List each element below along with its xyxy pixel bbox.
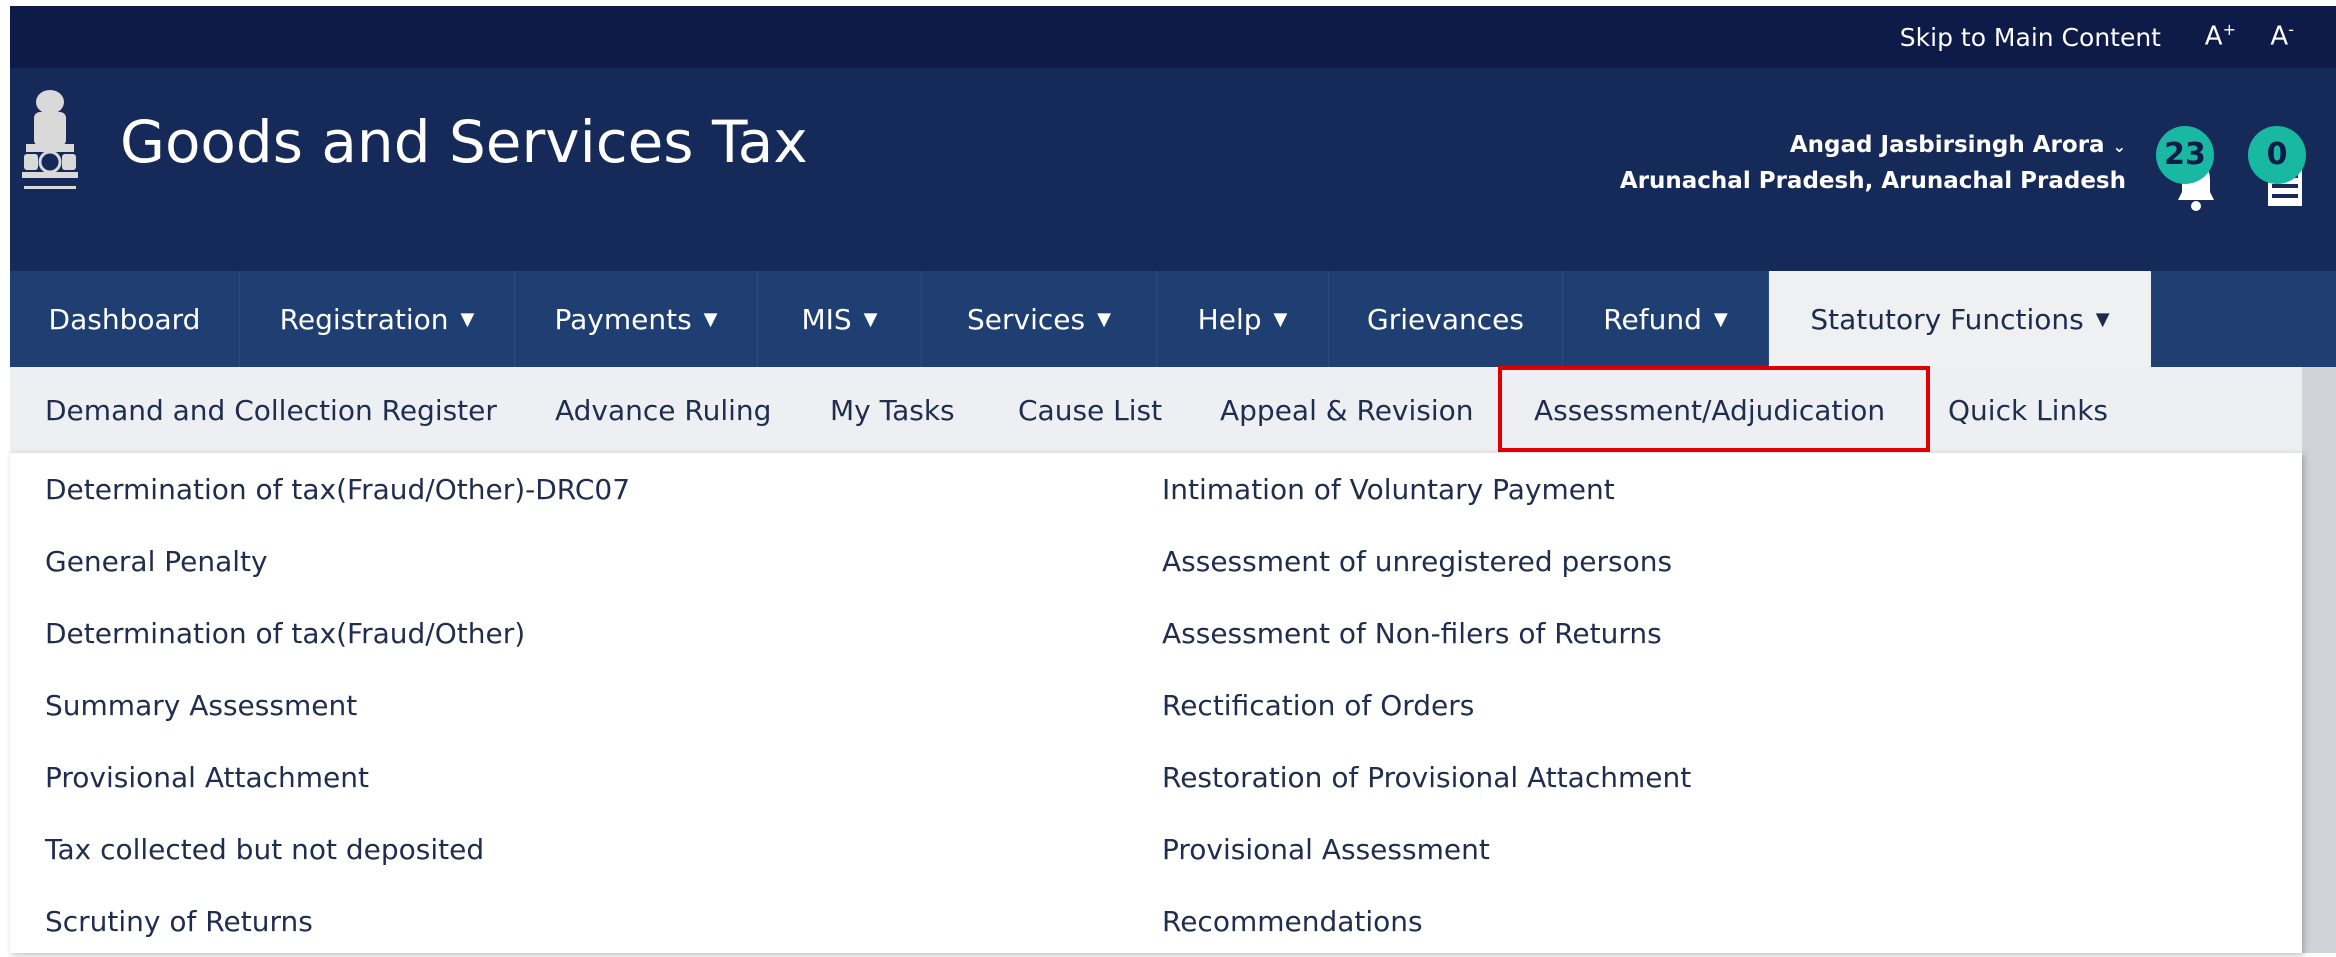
caret-down-icon: ▼	[2095, 308, 2110, 330]
menu-link-determination-drc07[interactable]: Determination of tax(Fraud/Other)-DRC07	[45, 453, 630, 525]
menu-link-assessment-non-filers[interactable]: Assessment of Non-filers of Returns	[1162, 597, 1691, 669]
nav-item-registration[interactable]: Registration ▼	[240, 271, 515, 367]
subnav-cause-list[interactable]: Cause List	[1018, 367, 1162, 453]
notification-count-badge[interactable]: 23	[2156, 126, 2214, 184]
user-location: Arunachal Pradesh, Arunachal Pradesh	[1619, 168, 2126, 194]
menu-link-recommendations[interactable]: Recommendations	[1162, 885, 1691, 957]
menu-left-column: Determination of tax(Fraud/Other)-DRC07 …	[45, 453, 630, 957]
menu-link-provisional-assessment[interactable]: Provisional Assessment	[1162, 813, 1691, 885]
statutory-functions-submenu: Demand and Collection Register Advance R…	[10, 367, 2302, 453]
accessibility-bar: Skip to Main Content A+ A-	[10, 6, 2336, 68]
nav-item-grievances[interactable]: Grievances	[1329, 271, 1563, 367]
font-decrease-button[interactable]: A-	[2270, 20, 2294, 52]
site-header: Goods and Services Tax Angad Jasbirsingh…	[10, 68, 2336, 271]
nav-item-help[interactable]: Help ▼	[1157, 271, 1329, 367]
subnav-quick-links[interactable]: Quick Links	[1948, 367, 2108, 453]
menu-link-rectification-orders[interactable]: Rectification of Orders	[1162, 669, 1691, 741]
caret-down-icon: ▼	[1097, 308, 1111, 330]
subnav-demand-collection-register[interactable]: Demand and Collection Register	[45, 367, 497, 453]
chevron-down-icon: ⌄	[2112, 137, 2126, 156]
caret-down-icon: ▼	[863, 308, 878, 330]
menu-right-column: Intimation of Voluntary Payment Assessme…	[1162, 453, 1691, 957]
national-emblem-icon	[22, 90, 78, 189]
menu-link-provisional-attachment[interactable]: Provisional Attachment	[45, 741, 630, 813]
nav-item-mis[interactable]: MIS ▼	[758, 271, 922, 367]
menu-link-determination-of-tax[interactable]: Determination of tax(Fraud/Other)	[45, 597, 630, 669]
caret-down-icon: ▼	[1273, 308, 1288, 330]
menu-link-restoration-provisional-attachment[interactable]: Restoration of Provisional Attachment	[1162, 741, 1691, 813]
page-background-edge	[2302, 367, 2336, 953]
menu-link-scrutiny-of-returns[interactable]: Scrutiny of Returns	[45, 885, 630, 957]
left-frame-edge	[0, 0, 7, 953]
menu-link-intimation-voluntary-payment[interactable]: Intimation of Voluntary Payment	[1162, 453, 1691, 525]
menu-link-tax-collected-not-deposited[interactable]: Tax collected but not deposited	[45, 813, 630, 885]
nav-item-statutory-functions[interactable]: Statutory Functions ▼	[1769, 271, 2151, 367]
nav-item-payments[interactable]: Payments ▼	[515, 271, 758, 367]
main-navigation: Dashboard Registration ▼ Payments ▼ MIS ▼ S…	[10, 271, 2336, 367]
skip-to-main-link[interactable]: Skip to Main Content	[1900, 23, 2161, 52]
nav-item-dashboard[interactable]: Dashboard	[10, 271, 240, 367]
font-increase-button[interactable]: A+	[2205, 20, 2236, 52]
subnav-appeal-revision[interactable]: Appeal & Revision	[1220, 367, 1474, 453]
menu-link-summary-assessment[interactable]: Summary Assessment	[45, 669, 630, 741]
menu-link-assessment-unregistered[interactable]: Assessment of unregistered persons	[1162, 525, 1691, 597]
nav-item-refund[interactable]: Refund ▼	[1563, 271, 1769, 367]
site-title[interactable]: Goods and Services Tax	[120, 108, 808, 176]
user-name: Angad Jasbirsingh Arora	[1789, 132, 2105, 158]
caret-down-icon: ▼	[1713, 308, 1728, 330]
menu-link-general-penalty[interactable]: General Penalty	[45, 525, 630, 597]
caret-down-icon: ▼	[703, 308, 718, 330]
nav-item-services[interactable]: Services ▼	[922, 271, 1157, 367]
subnav-advance-ruling[interactable]: Advance Ruling	[555, 367, 771, 453]
selection-highlight-box	[1498, 366, 1930, 452]
caret-down-icon: ▼	[460, 308, 475, 330]
documents-count-badge[interactable]: 0	[2248, 126, 2306, 184]
subnav-my-tasks[interactable]: My Tasks	[830, 367, 955, 453]
user-menu[interactable]: Angad Jasbirsingh Arora ⌄ Arunachal Prad…	[1620, 128, 2126, 198]
